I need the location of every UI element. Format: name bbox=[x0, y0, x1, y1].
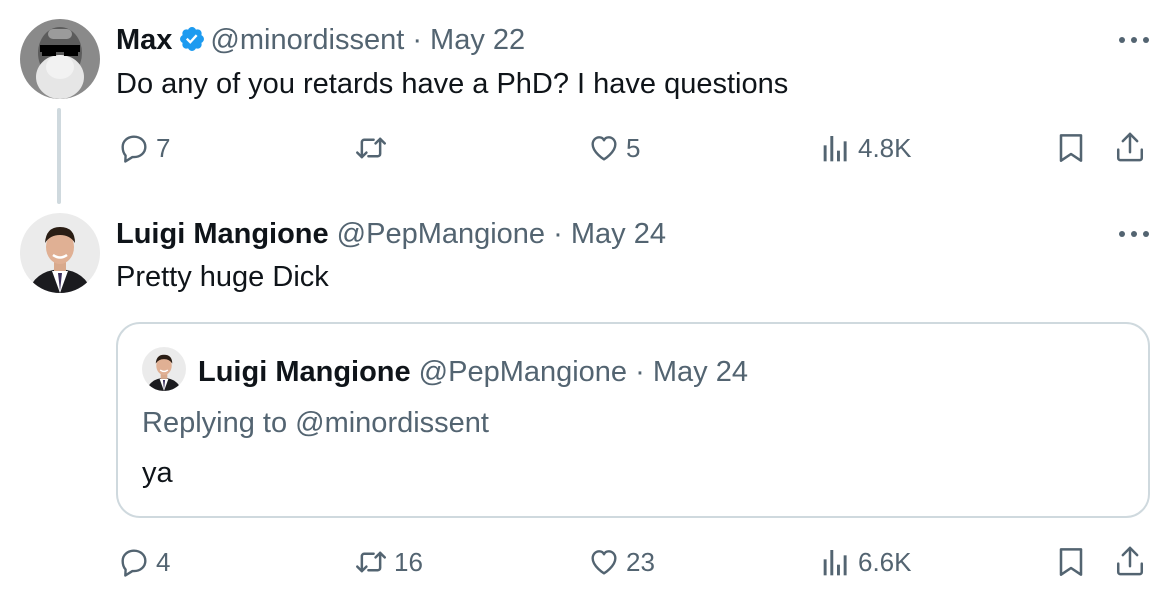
quote-date[interactable]: May 24 bbox=[653, 356, 748, 388]
bookmark-button[interactable] bbox=[1056, 546, 1086, 578]
tweet2-header: Luigi Mangione @PepMangione · May 24 bbox=[116, 216, 666, 252]
views-count: 4.8K bbox=[858, 132, 912, 163]
like-button[interactable]: 5 bbox=[588, 132, 640, 164]
tweet2-text: Pretty huge Dick bbox=[116, 261, 329, 293]
share-icon bbox=[1116, 546, 1144, 576]
more-options-icon[interactable] bbox=[1114, 30, 1154, 50]
views-count: 6.6K bbox=[858, 546, 912, 577]
retweet-button[interactable] bbox=[354, 132, 394, 164]
quote-text: ya bbox=[142, 457, 173, 489]
heart-icon bbox=[591, 136, 617, 161]
reply-icon bbox=[121, 135, 147, 163]
tweet1-text: Do any of you retards have a PhD? I have… bbox=[116, 68, 789, 100]
avatar-luigi-image bbox=[20, 213, 100, 293]
views-icon bbox=[823, 550, 847, 576]
reply-icon bbox=[121, 549, 147, 577]
reply-button[interactable]: 4 bbox=[118, 546, 170, 578]
bookmark-icon bbox=[1059, 548, 1083, 576]
tweet1-date[interactable]: May 22 bbox=[430, 24, 525, 56]
tweet2-handle[interactable]: @PepMangione bbox=[337, 218, 545, 250]
avatar-max[interactable] bbox=[20, 19, 100, 99]
tweet1-author-name[interactable]: Max bbox=[116, 24, 172, 56]
retweet-count: 16 bbox=[394, 546, 423, 577]
quote-replying-to[interactable]: Replying to @minordissent bbox=[142, 405, 489, 441]
views-button[interactable]: 6.6K bbox=[822, 546, 912, 578]
bookmark-icon bbox=[1059, 134, 1083, 162]
reply-count: 4 bbox=[156, 546, 171, 577]
retweet-icon bbox=[356, 137, 386, 159]
thread-connector-line bbox=[57, 108, 61, 204]
views-icon bbox=[823, 136, 847, 162]
quote-separator: · bbox=[627, 356, 653, 388]
like-count: 5 bbox=[626, 132, 641, 163]
share-button[interactable] bbox=[1114, 130, 1146, 164]
bookmark-button[interactable] bbox=[1056, 132, 1086, 164]
tweet1-handle[interactable]: @minordissent bbox=[210, 24, 404, 56]
quote-avatar-luigi[interactable] bbox=[142, 347, 186, 391]
retweet-button[interactable]: 16 bbox=[354, 546, 423, 578]
like-count: 23 bbox=[626, 546, 655, 577]
heart-icon bbox=[591, 550, 617, 575]
like-button[interactable]: 23 bbox=[588, 546, 655, 578]
retweet-icon bbox=[356, 551, 386, 573]
share-button[interactable] bbox=[1114, 544, 1146, 578]
share-icon bbox=[1116, 132, 1144, 162]
reply-button[interactable]: 7 bbox=[118, 132, 170, 164]
tweet2-author-name[interactable]: Luigi Mangione bbox=[116, 218, 329, 250]
more-options-icon[interactable] bbox=[1114, 224, 1154, 244]
views-button[interactable]: 4.8K bbox=[822, 132, 912, 164]
tweet1-separator: · bbox=[404, 24, 431, 56]
avatar-max-image bbox=[20, 19, 100, 99]
quote-handle[interactable]: @PepMangione bbox=[419, 356, 627, 388]
avatar-luigi[interactable] bbox=[20, 213, 100, 293]
tweet2-separator: · bbox=[545, 218, 571, 250]
quote-header: Luigi Mangione @PepMangione · May 24 bbox=[198, 354, 748, 390]
verified-badge-icon bbox=[180, 27, 205, 51]
quote-author-name[interactable]: Luigi Mangione bbox=[198, 356, 411, 388]
quote-avatar-image bbox=[142, 347, 186, 391]
tweet1-header: Max @minordissent · May 22 bbox=[116, 22, 525, 58]
tweet2-date[interactable]: May 24 bbox=[571, 218, 666, 250]
reply-count: 7 bbox=[156, 132, 171, 163]
